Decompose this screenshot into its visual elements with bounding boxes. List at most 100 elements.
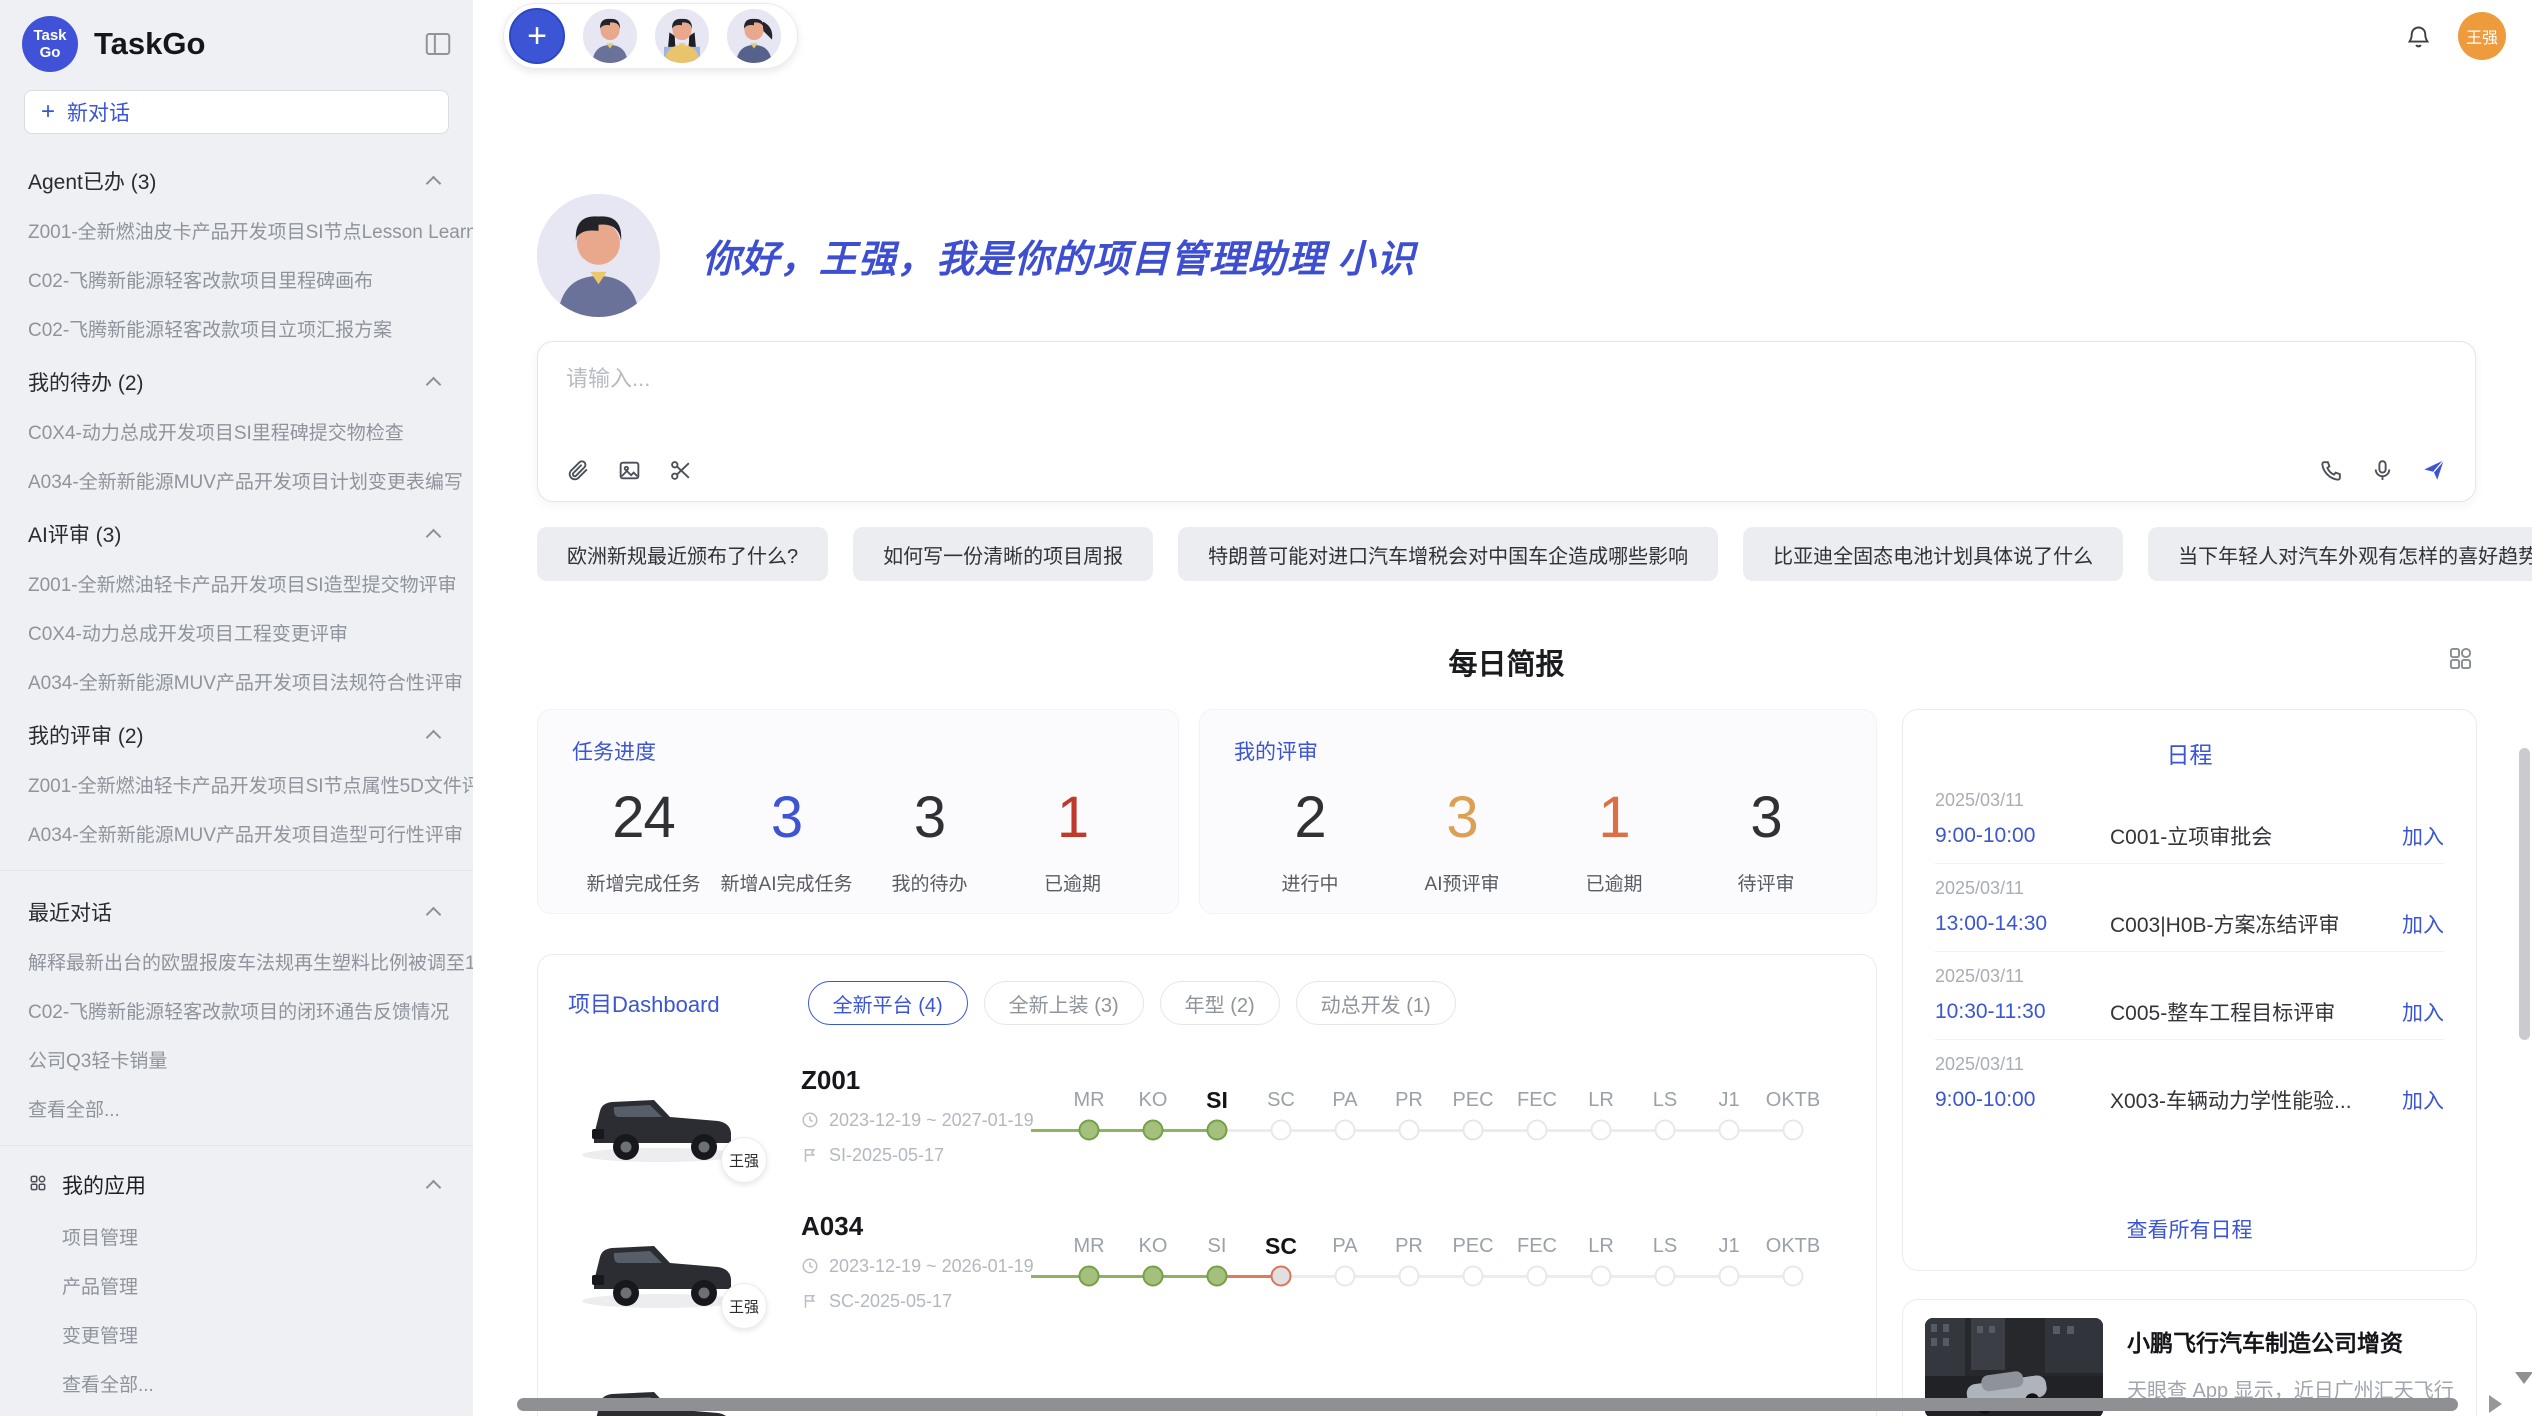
schedule-title: 日程: [1935, 736, 2444, 770]
milestone: KO: [1121, 1230, 1185, 1292]
suggestion-chip[interactable]: 比亚迪全固态电池计划具体说了什么: [1743, 527, 2123, 581]
phone-icon[interactable]: [2319, 458, 2344, 483]
milestone-dot-row: [1377, 1116, 1441, 1146]
project-row[interactable]: 王强A0342023-12-19 ~ 2026-01-19SC-2025-05-…: [568, 1205, 1846, 1317]
project-dates: 2023-12-19 ~ 2027-01-19: [801, 1110, 1051, 1131]
send-icon[interactable]: [2421, 457, 2447, 483]
add-member-button[interactable]: +: [509, 8, 565, 64]
sidebar-task-item[interactable]: A034-全新新能源MUV产品开发项目计划变更表编写: [0, 456, 473, 505]
scissors-icon[interactable]: [668, 458, 693, 483]
stat: 3新增AI完成任务: [715, 784, 858, 896]
clock-icon: [801, 1111, 819, 1129]
divider: [0, 870, 473, 871]
sidebar-task-item[interactable]: A034-全新新能源MUV产品开发项目造型可行性评审: [0, 809, 473, 858]
milestone-label: FEC: [1505, 1084, 1569, 1116]
recent-chats-header[interactable]: 最近对话: [0, 883, 473, 937]
project-row[interactable]: 王强Z0012023-12-19 ~ 2027-01-19SI-2025-05-…: [568, 1059, 1846, 1171]
dashboard-tab[interactable]: 年型 (2): [1160, 981, 1280, 1025]
team-member-avatar[interactable]: [727, 9, 781, 63]
suggestion-chip[interactable]: 特朗普可能对进口汽车增税会对中国车企造成哪些影响: [1178, 527, 1718, 581]
apps-view-all[interactable]: 查看全部...: [0, 1359, 473, 1408]
project-owner-badge: 王强: [721, 1283, 767, 1329]
app-logo-line2: Go: [40, 44, 61, 61]
app-title: TaskGo: [94, 26, 423, 62]
project-owner-badge: 王强: [721, 1137, 767, 1183]
milestone-dot-row: [1249, 1116, 1313, 1146]
horizontal-scrollbar[interactable]: [517, 1398, 2458, 1411]
stat-value: 1: [1538, 784, 1690, 851]
app-item[interactable]: 变更管理: [0, 1310, 473, 1359]
sidebar-scroll-area[interactable]: Agent已办 (3)Z001-全新燃油皮卡产品开发项目SI节点Lesson L…: [0, 148, 473, 1416]
sidebar-section-title: 我的评审 (2): [28, 720, 428, 750]
chevron-up-icon: [426, 376, 442, 392]
sidebar-task-item[interactable]: C02-飞腾新能源轻客改款项目立项汇报方案: [0, 304, 473, 353]
milestone-label: LR: [1569, 1230, 1633, 1262]
milestone-dot: [1719, 1266, 1740, 1287]
schedule-title-text: C003|H0B-方案冻结评审: [2110, 909, 2402, 939]
collapse-sidebar-icon[interactable]: [423, 29, 453, 59]
milestone-dot: [1399, 1266, 1420, 1287]
microphone-icon[interactable]: [2370, 458, 2395, 483]
chat-input[interactable]: [566, 366, 2447, 392]
sidebar-task-item[interactable]: A034-全新新能源MUV产品开发项目法规符合性评审: [0, 657, 473, 706]
left-column: 任务进度24新增完成任务3新增AI完成任务3我的待办1已逾期我的评审2进行中3A…: [537, 709, 1877, 1416]
my-apps-header[interactable]: 我的应用: [0, 1158, 473, 1212]
sidebar-item-cloud-space[interactable]: 我的云空间: [0, 1408, 473, 1416]
milestone-dot-row: [1633, 1116, 1697, 1146]
team-member-avatar[interactable]: [655, 9, 709, 63]
sidebar-task-item[interactable]: C0X4-动力总成开发项目SI里程碑提交物检查: [0, 407, 473, 456]
layout-grid-icon[interactable]: [2447, 645, 2474, 677]
sidebar-task-item[interactable]: Z001-全新燃油皮卡产品开发项目SI节点Lesson Learn报告: [0, 206, 473, 255]
schedule-entry: 2025/03/119:00-10:00X003-车辆动力学性能验...加入: [1935, 1040, 2444, 1127]
milestone: PA: [1313, 1084, 1377, 1146]
new-chat-button[interactable]: + 新对话: [24, 90, 449, 134]
sidebar-task-item[interactable]: Z001-全新燃油轻卡产品开发项目SI节点属性5D文件评审: [0, 760, 473, 809]
suggestion-chip[interactable]: 欧洲新规最近颁布了什么?: [537, 527, 828, 581]
schedule-entry: 2025/03/119:00-10:00C001-立项审批会加入: [1935, 776, 2444, 863]
project-list: 王强Z0012023-12-19 ~ 2027-01-19SI-2025-05-…: [568, 1059, 1846, 1416]
schedule-join-button[interactable]: 加入: [2402, 1085, 2444, 1115]
sidebar-task-item[interactable]: C02-飞腾新能源轻客改款项目里程碑画布: [0, 255, 473, 304]
image-icon[interactable]: [617, 458, 642, 483]
dashboard-tab[interactable]: 动总开发 (1): [1296, 981, 1456, 1025]
sidebar-section-header[interactable]: AI评审 (3): [0, 505, 473, 559]
my-apps-title: 我的应用: [62, 1170, 414, 1200]
sidebar-task-item[interactable]: Z001-全新燃油轻卡产品开发项目SI造型提交物评审: [0, 559, 473, 608]
daily-briefing-header: 每日简报: [537, 641, 2476, 681]
notification-bell-icon[interactable]: [2405, 23, 2432, 50]
app-item[interactable]: 项目管理: [0, 1212, 473, 1261]
scroll-down-arrow[interactable]: [2515, 1372, 2532, 1384]
recent-chat-item[interactable]: 解释最新出台的欧盟报废车法规再生塑料比例被调至15%...: [0, 937, 473, 986]
schedule-join-button[interactable]: 加入: [2402, 821, 2444, 851]
milestone-dot: [1143, 1266, 1164, 1287]
suggestion-chip[interactable]: 如何写一份清晰的项目周报: [853, 527, 1153, 581]
user-avatar[interactable]: 王强: [2458, 12, 2506, 60]
suggestion-chip[interactable]: 当下年轻人对汽车外观有怎样的喜好趋势: [2148, 527, 2532, 581]
milestone: SC: [1249, 1084, 1313, 1146]
recent-view-all[interactable]: 查看全部...: [0, 1084, 473, 1133]
recent-chat-item[interactable]: C02-飞腾新能源轻客改款项目的闭环通告反馈情况: [0, 986, 473, 1035]
schedule-view-all[interactable]: 查看所有日程: [1935, 1214, 2444, 1250]
stat-value: 2: [1234, 784, 1386, 851]
schedule-join-button[interactable]: 加入: [2402, 997, 2444, 1027]
scroll-right-arrow[interactable]: [2489, 1395, 2502, 1413]
milestone-dot-row: [1441, 1116, 1505, 1146]
schedule-list: 2025/03/119:00-10:00C001-立项审批会加入 2025/03/…: [1935, 776, 2444, 1127]
app-item[interactable]: 产品管理: [0, 1261, 473, 1310]
team-member-avatar[interactable]: [583, 9, 637, 63]
sidebar-task-item[interactable]: C0X4-动力总成开发项目工程变更评审: [0, 608, 473, 657]
sidebar-section-header[interactable]: 我的待办 (2): [0, 353, 473, 407]
main-area: + 王强 你好，王强，我是你的项目管理助理 小识: [473, 0, 2532, 1416]
dashboard-tab[interactable]: 全新平台 (4): [808, 981, 968, 1025]
sidebar-section-header[interactable]: 我的评审 (2): [0, 706, 473, 760]
vertical-scrollbar[interactable]: [2519, 748, 2530, 1040]
recent-chat-item[interactable]: 公司Q3轻卡销量: [0, 1035, 473, 1084]
dashboard-tab[interactable]: 全新上装 (3): [984, 981, 1144, 1025]
milestone-dot: [1655, 1120, 1676, 1141]
sidebar-section-header[interactable]: Agent已办 (3): [0, 152, 473, 206]
chevron-up-icon: [426, 906, 442, 922]
milestone-dot: [1207, 1120, 1228, 1141]
attachment-icon[interactable]: [566, 458, 591, 483]
milestone-dot: [1399, 1120, 1420, 1141]
schedule-join-button[interactable]: 加入: [2402, 909, 2444, 939]
